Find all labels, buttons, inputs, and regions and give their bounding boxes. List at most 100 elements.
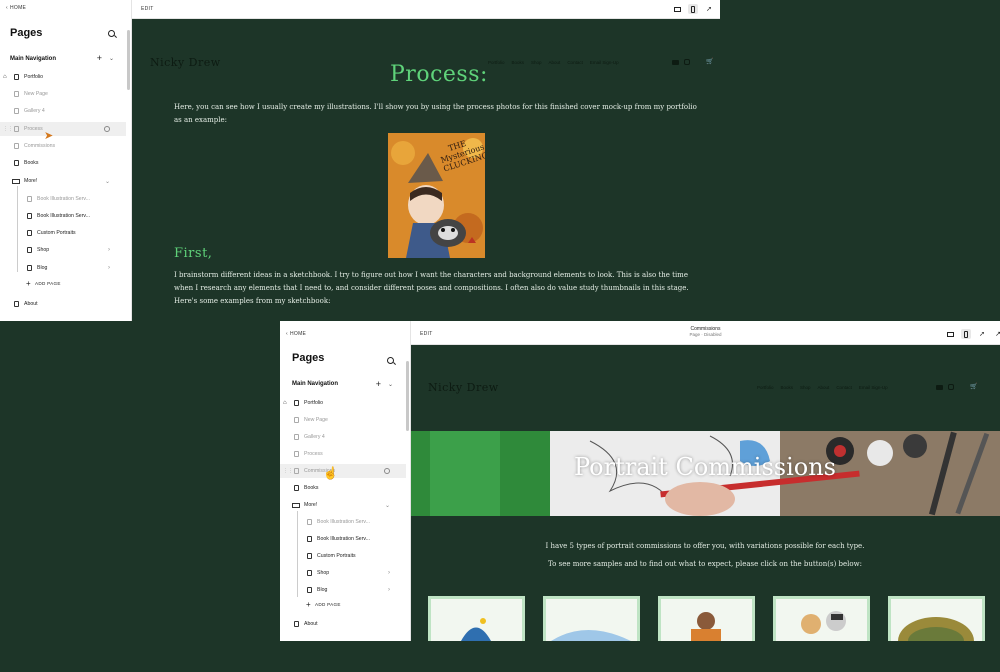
home-link[interactable]: ‹ HOME — [6, 5, 26, 11]
chevron-down-icon[interactable]: ⌄ — [105, 178, 110, 185]
current-page-info[interactable]: Commissions Page · Disabled — [689, 326, 721, 338]
desktop-icon[interactable] — [945, 329, 955, 339]
book-cover-image[interactable]: THE Mysterious CLUCKING — [388, 133, 485, 258]
thumb-illustration — [551, 630, 631, 641]
nav-link-books[interactable]: Books — [512, 60, 525, 65]
sidebar-scrollbar[interactable] — [406, 361, 409, 431]
sidebar-item-process[interactable]: ⋮⋮ Process — [0, 122, 126, 136]
sidebar-item-label: Gallery 4 — [24, 108, 45, 114]
sidebar-item-about[interactable]: About — [280, 617, 406, 631]
sidebar-item-more[interactable]: More! ⌄ — [280, 498, 406, 512]
site-logo[interactable]: Nicky Drew — [428, 381, 499, 394]
youtube-icon[interactable] — [672, 59, 679, 65]
commission-thumb-2[interactable] — [543, 596, 640, 641]
youtube-icon[interactable] — [936, 384, 943, 390]
nav-link-contact[interactable]: Contact — [567, 60, 583, 65]
chevron-down-icon[interactable]: ⌄ — [385, 502, 390, 509]
sidebar-item-label: Custom Portraits — [37, 230, 76, 236]
sidebar-item-about[interactable]: About — [0, 297, 126, 311]
nav-link-portfolio[interactable]: Portfolio — [488, 60, 505, 65]
chevron-right-icon[interactable]: › — [388, 587, 390, 593]
add-page-button[interactable]: + ADD PAGE — [0, 276, 126, 290]
intro-paragraph: Here, you can see how I usually create m… — [174, 103, 697, 124]
sidebar-item-shop[interactable]: Shop › — [0, 243, 126, 257]
plus-icon[interactable]: + — [376, 379, 381, 389]
drag-handle-icon[interactable]: ⋮⋮ — [3, 126, 13, 132]
sidebar-item-more[interactable]: More! ⌄ — [0, 174, 126, 188]
mobile-icon[interactable] — [688, 4, 698, 14]
sidebar-item-portfolio[interactable]: ⌂ Portfolio — [0, 70, 126, 84]
page-icon — [14, 126, 19, 132]
drag-handle-icon[interactable]: ⋮⋮ — [283, 468, 293, 474]
nav-link-shop[interactable]: Shop — [531, 60, 542, 65]
hero-banner[interactable]: Portrait Commissions — [410, 431, 1000, 516]
nav-link-portfolio[interactable]: Portfolio — [757, 385, 774, 390]
rocket-icon[interactable]: ➚ — [704, 4, 714, 14]
editor-topbar: EDIT ➚ — [132, 0, 720, 19]
sidebar-scrollbar[interactable] — [127, 30, 130, 90]
search-icon[interactable] — [387, 357, 394, 364]
sidebar-item-gallery-4[interactable]: Gallery 4 — [280, 430, 406, 444]
sidebar-item-custom-portraits[interactable]: Custom Portraits — [0, 226, 126, 240]
chevron-down-icon[interactable]: ⌄ — [388, 381, 393, 388]
commission-thumb-3[interactable] — [658, 596, 755, 641]
pages-sidebar: ‹ HOME Pages Main Navigation + ⌄ ⌂ Portf… — [0, 0, 132, 321]
nav-link-about[interactable]: About — [818, 385, 830, 390]
thumb-illustration — [801, 611, 846, 634]
chevron-down-icon[interactable]: ⌄ — [109, 55, 114, 62]
edit-button[interactable]: EDIT — [141, 6, 154, 12]
sidebar-item-label: Books — [304, 485, 319, 491]
rocket-icon[interactable]: ➚ — [977, 329, 987, 339]
search-icon[interactable] — [108, 30, 115, 37]
sidebar-item-book-illustration-1[interactable]: Book Illustration Serv... — [0, 192, 126, 206]
expand-icon[interactable]: ↗ — [993, 329, 1000, 339]
home-link[interactable]: ‹ HOME — [286, 331, 306, 337]
sidebar-item-blog[interactable]: Blog › — [280, 583, 406, 597]
sidebar-item-book-illustration-2[interactable]: Book Illustration Serv... — [280, 532, 406, 546]
sidebar-item-commissions[interactable]: Commissions — [0, 139, 126, 153]
plus-icon[interactable]: + — [97, 53, 102, 63]
sidebar-item-book-illustration-1[interactable]: Book Illustration Serv... — [280, 515, 406, 529]
sidebar-item-new-page[interactable]: New Page — [0, 87, 126, 101]
nav-link-email-signup[interactable]: Email Sign-Up — [590, 60, 619, 65]
sidebar-item-label: About — [24, 301, 38, 307]
sidebar-item-gallery-4[interactable]: Gallery 4 — [0, 104, 126, 118]
desktop-icon[interactable] — [672, 4, 682, 14]
sidebar-item-process[interactable]: Process — [280, 447, 406, 461]
site-logo[interactable]: Nicky Drew — [150, 56, 221, 69]
instagram-icon[interactable] — [948, 384, 954, 390]
nav-link-about[interactable]: About — [549, 60, 561, 65]
nav-link-email-signup[interactable]: Email Sign-Up — [859, 385, 888, 390]
cart-icon[interactable]: 🛒 — [970, 383, 977, 390]
nav-link-shop[interactable]: Shop — [800, 385, 811, 390]
mobile-icon[interactable] — [961, 329, 971, 339]
edit-button[interactable]: EDIT — [420, 331, 433, 337]
chevron-right-icon[interactable]: › — [108, 247, 110, 253]
instagram-icon[interactable] — [684, 59, 690, 65]
sidebar-item-commissions[interactable]: ⋮⋮ Commissions — [280, 464, 406, 478]
sidebar-item-books[interactable]: Books — [0, 156, 126, 170]
sidebar-item-books[interactable]: Books — [280, 481, 406, 495]
sidebar-item-blog[interactable]: Blog › — [0, 261, 126, 275]
chevron-right-icon[interactable]: › — [388, 570, 390, 576]
sidebar-item-shop[interactable]: Shop › — [280, 566, 406, 580]
editor-topbar: EDIT Commissions Page · Disabled ➚ ↗ — [411, 321, 1000, 345]
page-icon — [14, 301, 19, 307]
sidebar-item-book-illustration-2[interactable]: Book Illustration Serv... — [0, 209, 126, 223]
commission-thumb-1[interactable] — [428, 596, 525, 641]
page-icon — [27, 196, 32, 202]
gear-icon[interactable] — [384, 468, 390, 474]
add-page-button[interactable]: + ADD PAGE — [280, 597, 406, 611]
page-icon — [14, 143, 19, 149]
sidebar-item-portfolio[interactable]: ⌂ Portfolio — [280, 396, 406, 410]
gear-icon[interactable] — [104, 126, 110, 132]
commission-thumb-5[interactable] — [888, 596, 985, 641]
nav-link-contact[interactable]: Contact — [836, 385, 852, 390]
sidebar-item-custom-portraits[interactable]: Custom Portraits — [280, 549, 406, 563]
nav-link-books[interactable]: Books — [781, 385, 794, 390]
sidebar-item-label: Book Illustration Serv... — [317, 536, 370, 542]
sidebar-item-new-page[interactable]: New Page — [280, 413, 406, 427]
commission-thumb-4[interactable] — [773, 596, 870, 641]
chevron-right-icon[interactable]: › — [108, 265, 110, 271]
cart-icon[interactable]: 🛒 — [706, 58, 713, 65]
